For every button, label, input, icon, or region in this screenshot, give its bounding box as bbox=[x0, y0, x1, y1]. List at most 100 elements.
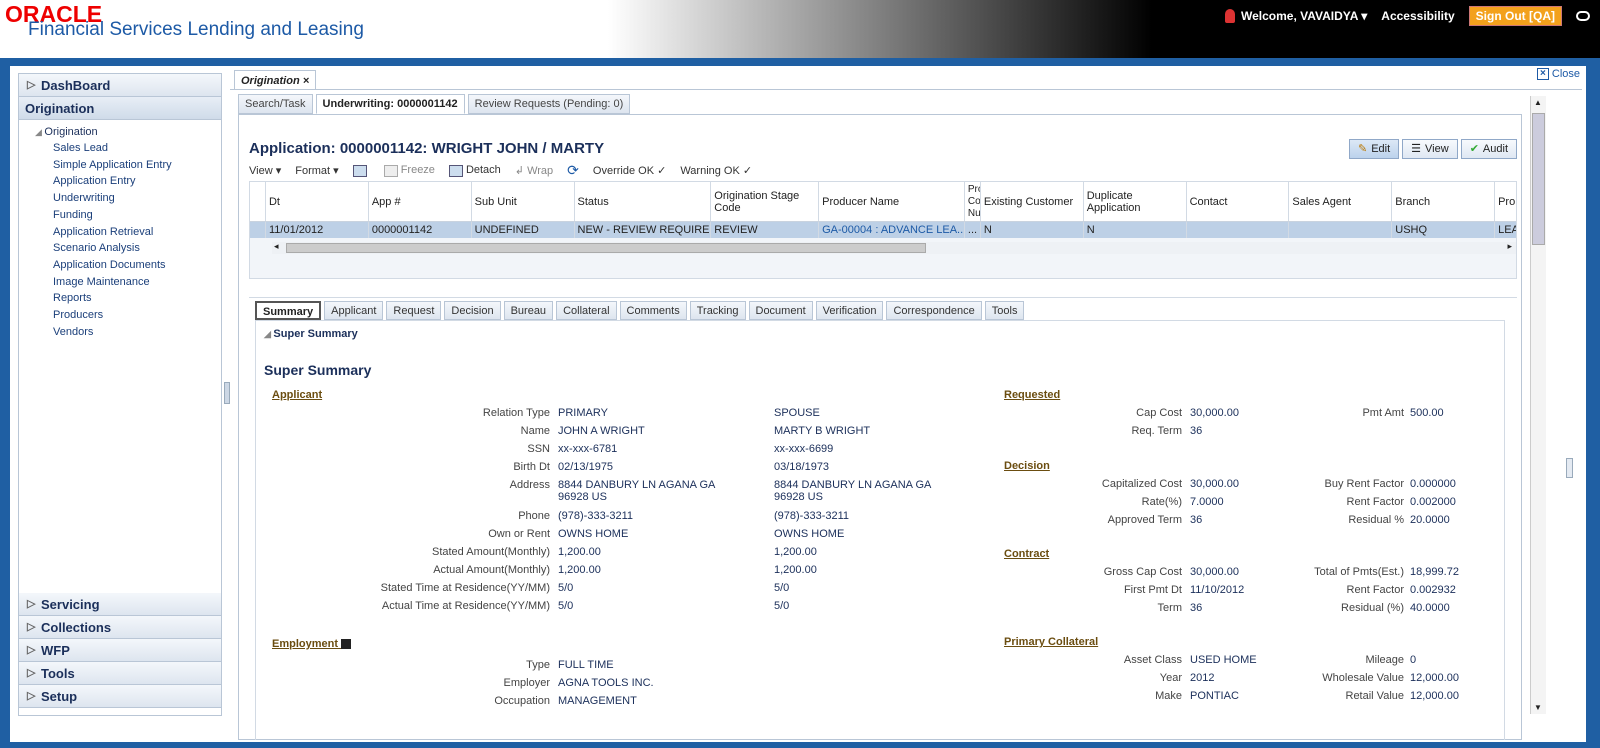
tab-tools[interactable]: Tools bbox=[984, 301, 1025, 320]
tab-correspondence[interactable]: Correspondence bbox=[886, 301, 982, 320]
detach-button[interactable]: Detach bbox=[448, 164, 501, 177]
sidebar-servicing[interactable]: ▷ Servicing bbox=[19, 593, 221, 616]
triangle-down-icon: ◢ bbox=[35, 127, 45, 137]
sidebar-item-image-maintenance[interactable]: Image Maintenance bbox=[19, 274, 221, 291]
scroll-up-icon[interactable]: ▲ bbox=[1534, 98, 1542, 107]
table-cell: UNDEFINED bbox=[472, 222, 575, 238]
field-label: Cap Cost bbox=[1136, 407, 1182, 419]
freeze-button[interactable]: Freeze bbox=[383, 164, 435, 177]
sidebar-item-vendors[interactable]: Vendors bbox=[19, 324, 221, 341]
sidebar-item-application-retrieval[interactable]: Application Retrieval bbox=[19, 224, 221, 241]
scrollbar-thumb[interactable] bbox=[1532, 113, 1545, 245]
tab-summary[interactable]: Summary bbox=[255, 301, 322, 320]
tab-bureau[interactable]: Bureau bbox=[503, 301, 554, 320]
column-header[interactable]: Dt bbox=[266, 182, 369, 221]
export-icon[interactable] bbox=[352, 164, 367, 177]
tab-origination[interactable]: Origination × bbox=[234, 70, 317, 90]
sidebar-item-producers[interactable]: Producers bbox=[19, 307, 221, 324]
collateral-heading: Primary Collateral bbox=[1004, 636, 1099, 648]
warning-ok[interactable]: Warning OK ✓ bbox=[680, 164, 752, 177]
override-ok[interactable]: Override OK ✓ bbox=[593, 164, 666, 177]
sidebar-origination[interactable]: Origination bbox=[19, 97, 221, 120]
table-cell-link[interactable]: GA-00004 : ADVANCE LEA... bbox=[819, 222, 965, 238]
tab-applicant[interactable]: Applicant bbox=[324, 301, 384, 320]
column-header[interactable]: Sales Agent bbox=[1289, 182, 1393, 221]
scroll-down-icon[interactable]: ▼ bbox=[1534, 703, 1542, 712]
field-value-primary: 8844 DANBURY LN AGANA GA bbox=[558, 479, 716, 491]
column-header[interactable]: Producer Name bbox=[819, 182, 965, 221]
close-tab-icon[interactable]: × bbox=[303, 75, 309, 87]
sidebar-item-reports[interactable]: Reports bbox=[19, 290, 221, 307]
column-header[interactable]: Branch bbox=[1392, 182, 1496, 221]
field-label: Phone bbox=[518, 510, 550, 522]
sidebar-item-application-documents[interactable]: Application Documents bbox=[19, 257, 221, 274]
field-label: First Pmt Dt bbox=[1123, 584, 1182, 596]
field-label: Year bbox=[1159, 672, 1182, 684]
field-value-spouse: 5/0 bbox=[774, 600, 790, 612]
expand-icon[interactable] bbox=[1576, 11, 1590, 21]
tab-tracking[interactable]: Tracking bbox=[689, 301, 746, 320]
column-header[interactable]: Duplicate Application bbox=[1084, 182, 1187, 221]
tab-underwriting[interactable]: Underwriting: 0000001142 bbox=[315, 94, 465, 114]
horizontal-scrollbar[interactable]: ◂ ▸ bbox=[272, 241, 1516, 254]
column-header[interactable]: Pro Co Nu bbox=[965, 182, 981, 221]
welcome-text: Welcome, VAVAIDYA bbox=[1240, 8, 1358, 23]
tab-decision[interactable]: Decision bbox=[444, 301, 501, 320]
scroll-right-icon[interactable]: ▸ bbox=[1507, 241, 1512, 252]
audit-button[interactable]: ✔ Audit bbox=[1460, 139, 1517, 159]
tab-request[interactable]: Request bbox=[386, 301, 442, 320]
sidebar-item-simple-application-entry[interactable]: Simple Application Entry bbox=[19, 157, 221, 174]
tab-verification[interactable]: Verification bbox=[815, 301, 884, 320]
column-header[interactable]: Contact bbox=[1187, 182, 1290, 221]
sidebar-item-underwriting[interactable]: Underwriting bbox=[19, 190, 221, 207]
row-selector[interactable] bbox=[250, 222, 266, 238]
super-summary-toggle[interactable]: ◢ Super Summary bbox=[264, 328, 358, 340]
format-menu[interactable]: Format ▾ bbox=[295, 164, 338, 177]
tree-root[interactable]: ◢ Origination bbox=[19, 124, 221, 140]
sidebar-collections[interactable]: ▷ Collections bbox=[19, 616, 221, 639]
field-label: Capitalized Cost bbox=[1101, 478, 1182, 490]
welcome-menu[interactable]: Welcome, VAVAIDYA ▾ bbox=[1224, 8, 1367, 24]
field-label: SSN bbox=[527, 443, 550, 455]
field-value: 36 bbox=[1190, 425, 1203, 437]
tab-search-task[interactable]: Search/Task bbox=[238, 94, 313, 114]
table-row[interactable]: 11/01/2012 0000001142 UNDEFINED NEW - RE… bbox=[250, 222, 1516, 238]
sidebar-item-scenario-analysis[interactable]: Scenario Analysis bbox=[19, 240, 221, 257]
table-cell: N bbox=[981, 222, 1084, 238]
tab-collateral[interactable]: Collateral bbox=[556, 301, 617, 320]
tab-review-requests[interactable]: Review Requests (Pending: 0) bbox=[467, 94, 631, 114]
sidebar-dashboard[interactable]: ▷ DashBoard bbox=[19, 74, 221, 97]
wrap-button[interactable]: ↲ Wrap bbox=[515, 164, 553, 177]
edit-button[interactable]: ✎ Edit bbox=[1348, 139, 1400, 159]
column-header[interactable]: Sub Unit bbox=[472, 182, 575, 221]
view-menu[interactable]: View ▾ bbox=[249, 164, 281, 177]
refresh-icon[interactable]: ⟳ bbox=[567, 162, 579, 179]
column-header[interactable]: Status bbox=[575, 182, 712, 221]
scroll-left-icon[interactable]: ◂ bbox=[274, 241, 279, 252]
column-header[interactable]: App # bbox=[369, 182, 472, 221]
table-cell bbox=[1187, 222, 1290, 238]
summary-panel: ◢ Super Summary Super Summary Applicant … bbox=[255, 320, 1505, 740]
sidebar-item-sales-lead[interactable]: Sales Lead bbox=[19, 140, 221, 157]
column-header[interactable]: Origination Stage Code bbox=[711, 182, 820, 221]
sidebar-item-application-entry[interactable]: Application Entry bbox=[19, 173, 221, 190]
sidebar-wfp[interactable]: ▷ WFP bbox=[19, 639, 221, 662]
sidebar-setup[interactable]: ▷ Setup bbox=[19, 685, 221, 708]
column-header[interactable]: Existing Customer bbox=[981, 182, 1084, 221]
tree-root-label: Origination bbox=[44, 126, 98, 138]
popout-icon[interactable] bbox=[341, 639, 352, 650]
column-header[interactable]: Pro bbox=[1495, 182, 1516, 221]
field-value-spouse: SPOUSE bbox=[774, 407, 820, 419]
signout-button[interactable]: Sign Out [QA] bbox=[1468, 6, 1562, 26]
sidebar-tools[interactable]: ▷ Tools bbox=[19, 662, 221, 685]
scrollbar-thumb[interactable] bbox=[286, 243, 926, 253]
accessibility-link[interactable]: Accessibility bbox=[1381, 9, 1454, 23]
wrap-label: Wrap bbox=[527, 165, 554, 177]
tab-document[interactable]: Document bbox=[748, 301, 813, 320]
sidebar-item-funding[interactable]: Funding bbox=[19, 207, 221, 224]
tab-comments[interactable]: Comments bbox=[619, 301, 687, 320]
view-button[interactable]: ☰ View bbox=[1402, 139, 1458, 159]
detach-icon bbox=[448, 164, 463, 177]
close-button[interactable]: × Close bbox=[1536, 68, 1580, 80]
vertical-scrollbar[interactable]: ▲ ▼ bbox=[1530, 96, 1546, 714]
